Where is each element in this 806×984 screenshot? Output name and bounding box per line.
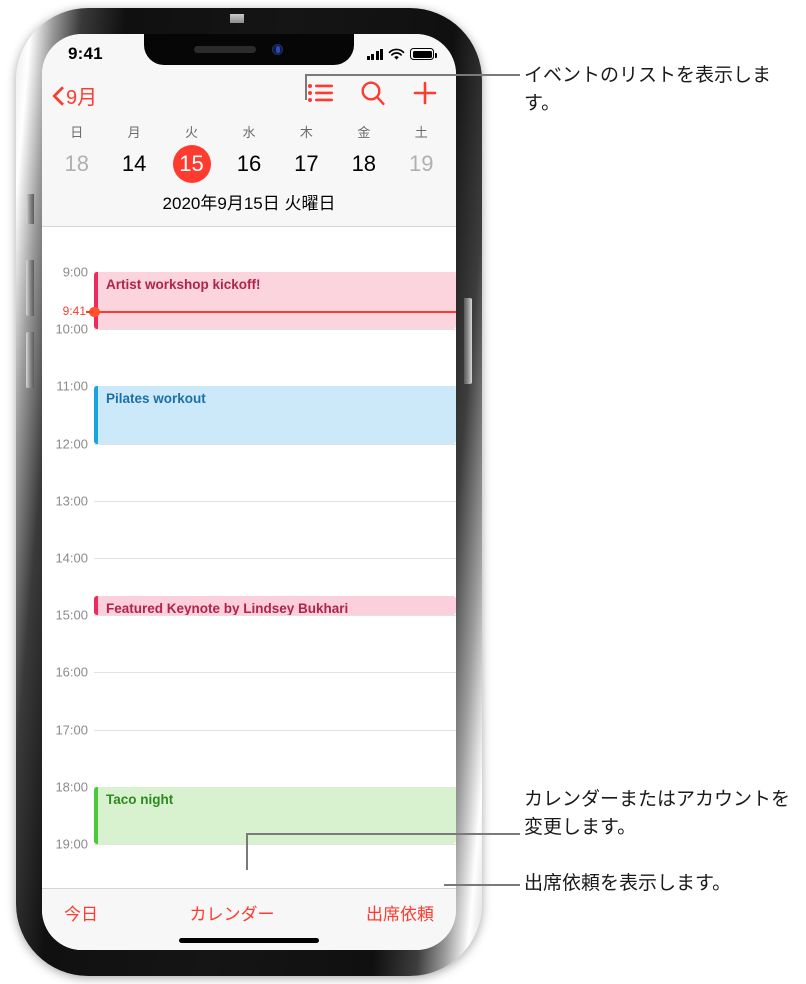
current-time-tick	[86, 311, 94, 313]
callout-leader-list-horizontal	[305, 74, 520, 76]
weekday-label-2: 火	[185, 125, 199, 140]
phone-screen: 9:41 9月 日 月 火 水 木 金 土 18 14 15 16 17 18 …	[42, 34, 456, 950]
date-label: 19	[408, 151, 434, 176]
date-cell-2[interactable]: 15	[163, 145, 220, 183]
navigation-bar: 9月	[42, 70, 456, 120]
search-icon[interactable]	[360, 80, 386, 111]
event-color-bar	[94, 272, 98, 330]
chevron-left-icon	[50, 88, 65, 103]
hour-label-13:00: 13:00	[55, 493, 88, 509]
weekday-label-0: 日	[70, 125, 84, 140]
invitations-button[interactable]: 出席依頼	[366, 900, 434, 925]
date-label: 18	[351, 151, 377, 176]
calendar-event[interactable]: Taco night	[94, 786, 456, 844]
date-label: 17	[294, 151, 319, 176]
earpiece-speaker-icon	[194, 46, 256, 53]
hour-gridline-19:00	[94, 844, 456, 845]
day-timeline-grid[interactable]: 9:00 10:00 11:00 12:00 13:00 14:00 15:00 16:00 1…	[42, 256, 456, 888]
callout-calendars: カレンダーまたはアカウントを変更します。	[524, 788, 791, 838]
date-label: 14	[121, 151, 147, 176]
status-bar-time: 9:41	[68, 44, 103, 63]
callout-list-view: イベントのリストを表示します。	[524, 64, 772, 114]
week-strip: 日 月 火 水 木 金 土 18 14 15 16 17 18 19 2020年9月15日 火曜日	[42, 120, 456, 227]
date-cell-4[interactable]: 17	[278, 145, 335, 183]
hour-label-16:00: 16:00	[55, 664, 88, 680]
weekday-label-3: 水	[242, 125, 256, 140]
hour-label-14:00: 14:00	[55, 550, 88, 566]
weekday-label-1: 月	[127, 125, 141, 140]
weekday-label-4: 木	[299, 125, 313, 140]
hour-label-17:00: 17:00	[55, 722, 88, 738]
nav-actions	[307, 80, 438, 111]
event-color-bar	[94, 386, 98, 444]
hour-gridline-12:00	[94, 443, 456, 445]
hour-label-10:00: 10:00	[55, 321, 88, 337]
weekday-header-row: 日月火水木金土	[42, 120, 456, 143]
current-time-label: 9:41	[62, 304, 86, 319]
date-label: 18	[64, 151, 89, 176]
date-selected: 15	[172, 145, 211, 183]
hour-label-11:00: 11:00	[56, 378, 88, 394]
callout-leader-calendar-vertical	[246, 833, 248, 870]
weekday-label-5: 金	[357, 125, 371, 140]
status-bar-indicators	[366, 48, 437, 61]
hour-gridline-13:00	[94, 500, 456, 502]
add-event-icon[interactable]	[412, 80, 438, 111]
date-label: 16	[236, 151, 262, 176]
date-cell-0[interactable]: 18	[48, 145, 105, 183]
hour-label-15:00: 15:00	[55, 607, 88, 623]
screenshot-root: 9:41 9月 日 月 火 水 木 金 土 18 14 15 16 17 18 …	[0, 0, 806, 984]
hour-gridline-15:00	[94, 615, 456, 617]
date-cell-1[interactable]: 14	[105, 145, 162, 183]
home-indicator[interactable]	[179, 938, 319, 943]
event-title: Taco night	[106, 791, 174, 807]
date-cell-6[interactable]: 19	[393, 145, 450, 183]
calendar-event[interactable]: Artist workshop kickoff!	[94, 272, 456, 330]
signal-bars-icon	[366, 48, 383, 60]
mute-switch[interactable]	[26, 194, 34, 224]
event-color-bar	[94, 596, 98, 616]
hour-label-9:00: 9:00	[62, 264, 88, 280]
hour-gridline-14:00	[94, 558, 456, 559]
battery-icon	[410, 48, 437, 60]
hour-label-12:00: 12:00	[55, 436, 88, 452]
volume-down-button[interactable]	[26, 332, 34, 388]
front-camera-icon	[272, 44, 283, 55]
frame-antenna-line	[230, 14, 244, 23]
calendars-button[interactable]: カレンダー	[98, 900, 366, 925]
volume-up-button[interactable]	[26, 260, 34, 316]
hour-gridline-10:00	[94, 329, 456, 331]
callout-leader-invitations	[444, 884, 520, 886]
hour-gridline-17:00	[94, 729, 456, 731]
date-cell-5[interactable]: 18	[335, 145, 392, 183]
power-button[interactable]	[464, 298, 472, 384]
callout-leader-list-vertical	[305, 74, 307, 100]
hour-label-18:00: 18:00	[55, 779, 88, 795]
event-title: Featured Keynote by Lindsey Bukhari	[106, 601, 349, 616]
date-cell-3[interactable]: 16	[220, 145, 277, 183]
back-to-month-button[interactable]: 9月	[50, 81, 97, 110]
calendar-event[interactable]: Featured Keynote by Lindsey Bukhari	[94, 596, 456, 616]
selected-full-date: 2020年9月15日 火曜日	[162, 194, 336, 213]
event-title: Artist workshop kickoff!	[106, 277, 261, 292]
notch	[144, 34, 354, 65]
callout-leader-calendar-horizontal	[246, 833, 520, 835]
hour-gridline-16:00	[94, 672, 456, 674]
event-color-bar	[94, 786, 98, 844]
wifi-icon	[388, 48, 405, 60]
calendar-event[interactable]: Pilates workout	[94, 386, 456, 444]
weekday-label-6: 土	[414, 125, 428, 140]
current-time-line	[89, 306, 456, 318]
callout-invitations: 出席依頼を表示します。	[524, 872, 732, 894]
today-button[interactable]: 今日	[64, 900, 98, 925]
hour-label-19:00: 19:00	[55, 836, 88, 852]
list-view-icon[interactable]	[307, 81, 334, 110]
event-title: Pilates workout	[106, 391, 206, 407]
date-row: 18 14 15 16 17 18 19	[42, 143, 456, 187]
